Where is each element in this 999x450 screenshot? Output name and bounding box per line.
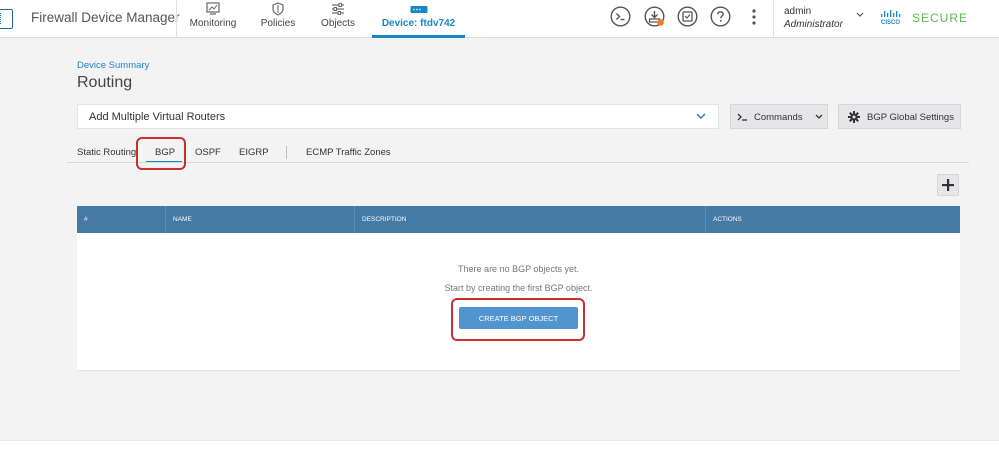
column-header-number: #: [84, 216, 88, 223]
monitor-icon: [206, 2, 220, 15]
nav-objects-label: Objects: [321, 18, 355, 29]
app-logo-icon: [0, 9, 13, 29]
svg-text:CISCO: CISCO: [881, 20, 900, 26]
column-header-name[interactable]: NAME: [165, 206, 354, 233]
virtual-router-select[interactable]: Add Multiple Virtual Routers: [77, 104, 719, 129]
cli-console-icon[interactable]: [610, 6, 631, 27]
page-title: Routing: [77, 74, 133, 91]
gear-icon: [848, 111, 860, 123]
nav-policies-label: Policies: [260, 18, 296, 29]
api-explorer-icon[interactable]: [677, 6, 698, 27]
shield-icon: [272, 2, 284, 16]
tabs-divider-line: [67, 162, 969, 163]
app-title: Firewall Device Manager: [31, 10, 180, 25]
empty-state-message: There are no BGP objects yet.: [458, 264, 579, 274]
brand-secure: SECURE: [912, 11, 969, 25]
commands-label: Commands: [754, 112, 803, 123]
chevron-down-icon: [815, 114, 823, 119]
top-bar: Firewall Device Manager Monitoring Polic…: [0, 0, 999, 38]
nav-device[interactable]: Device: ftdv742: [372, 0, 465, 38]
breadcrumb[interactable]: Device Summary: [77, 60, 149, 71]
nav-objects[interactable]: Objects: [317, 0, 359, 38]
terminal-icon: [737, 113, 747, 121]
nav-policies[interactable]: Policies: [256, 0, 300, 38]
bgp-global-settings-button[interactable]: BGP Global Settings: [838, 104, 961, 129]
empty-state-hint: Start by creating the first BGP object.: [444, 283, 593, 293]
bgp-global-settings-label: BGP Global Settings: [867, 112, 954, 123]
column-header-description: DESCRIPTION: [354, 206, 705, 233]
tab-static-routing[interactable]: Static Routing: [77, 147, 136, 158]
tab-ecmp-traffic-zones[interactable]: ECMP Traffic Zones: [306, 147, 391, 158]
tab-divider: [286, 146, 287, 159]
create-button-highlight: [451, 298, 585, 341]
tab-eigrp[interactable]: EIGRP: [239, 147, 269, 158]
plus-icon: [942, 179, 954, 191]
help-icon[interactable]: [710, 6, 731, 27]
nav-monitoring-label: Monitoring: [189, 18, 237, 29]
footer-band: [0, 440, 999, 450]
more-options-icon[interactable]: [752, 8, 756, 26]
tab-ospf[interactable]: OSPF: [195, 147, 221, 158]
deployment-icon[interactable]: [644, 6, 665, 27]
nav-separator: [176, 0, 177, 38]
bgp-tab-highlight: [136, 137, 186, 170]
nav-monitoring[interactable]: Monitoring: [186, 0, 240, 38]
nav-device-prefix: Device:: [381, 18, 418, 29]
virtual-router-value: Add Multiple Virtual Routers: [89, 111, 226, 123]
user-role: Administrator: [784, 19, 843, 30]
nav-device-name: ftdv742: [420, 18, 456, 29]
user-name[interactable]: admin: [784, 6, 811, 17]
commands-button[interactable]: Commands: [730, 104, 828, 129]
sliders-icon: [332, 3, 344, 15]
table-header: # NAME DESCRIPTION ACTIONS: [77, 206, 960, 233]
column-header-actions: ACTIONS: [705, 206, 960, 233]
device-icon: [410, 6, 427, 13]
add-bgp-button[interactable]: [937, 174, 959, 196]
toolbar-separator: [773, 0, 774, 38]
chevron-down-icon: [696, 113, 706, 119]
cisco-logo-icon: CISCO: [881, 10, 900, 26]
chevron-down-icon[interactable]: [856, 12, 864, 18]
